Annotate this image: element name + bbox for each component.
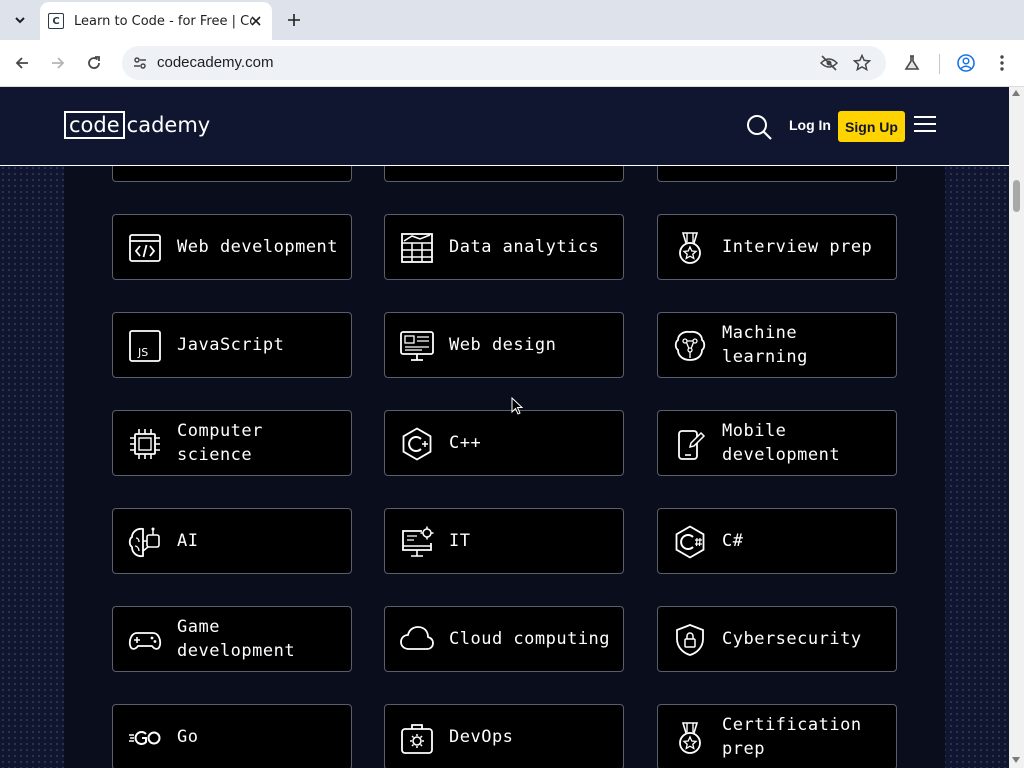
topic-label: Cybersecurity	[722, 629, 862, 649]
certificate-medal-icon	[679, 722, 701, 754]
topic-label: Interview prep	[722, 237, 873, 257]
topic-card-cloud-computing[interactable]: Cloud computing	[384, 606, 624, 672]
ai-brain-icon	[128, 527, 160, 558]
topic-label: Certification prep	[722, 715, 862, 759]
back-arrow-icon[interactable]	[10, 51, 34, 75]
browser-tabstrip: C Learn to Code - for Free | Codecademy	[0, 0, 1024, 40]
js-icon: JS	[129, 330, 161, 362]
svg-text:JS: JS	[137, 346, 148, 359]
site-header: code cademy Log In Sign Up	[0, 87, 1009, 166]
topic-card-ai[interactable]: AI	[112, 508, 352, 574]
toolbox-gear-icon	[401, 724, 433, 754]
topic-label: JavaScript	[177, 335, 285, 355]
hamburger-menu-icon[interactable]	[914, 116, 936, 136]
codecademy-favicon-icon: C	[48, 13, 64, 29]
topic-card-csharp[interactable]: C#	[657, 508, 897, 574]
address-bar[interactable]: codecademy.com	[122, 46, 886, 80]
topic-card-it[interactable]: IT	[384, 508, 624, 574]
logo-cademy-text: cademy	[126, 112, 211, 137]
go-icon	[129, 731, 161, 745]
scroll-up-arrow-icon[interactable]	[1012, 90, 1020, 96]
topic-card-javascript[interactable]: JS JavaScript	[112, 312, 352, 378]
data-table-icon	[401, 233, 433, 263]
topic-label: Web design	[449, 335, 557, 355]
tab-search-chevron-icon[interactable]	[8, 8, 32, 32]
topic-label: IT	[449, 531, 471, 551]
monitor-gear-icon	[402, 526, 434, 557]
topic-label: Data analytics	[449, 237, 600, 257]
cpu-chip-icon	[130, 429, 160, 459]
topic-card-data-analytics[interactable]: Data analytics	[384, 214, 624, 280]
topic-card-mobile-development[interactable]: Mobile development	[657, 410, 897, 476]
topic-card-computer-science[interactable]: Computer science	[112, 410, 352, 476]
topic-label: C++	[449, 433, 482, 453]
logo-code-box: code	[64, 111, 125, 139]
tab-title: Learn to Code - for Free | Codecademy	[74, 13, 252, 29]
csharp-icon	[675, 525, 705, 559]
labs-flask-icon[interactable]	[900, 51, 924, 75]
site-info-tune-icon[interactable]	[128, 51, 152, 75]
login-link[interactable]: Log In	[789, 117, 831, 133]
search-icon[interactable]	[745, 113, 773, 141]
shield-lock-icon	[676, 624, 704, 656]
bookmark-star-icon[interactable]	[850, 51, 874, 75]
browser-toolbar: codecademy.com	[0, 40, 1024, 87]
topic-label: Go	[177, 727, 199, 747]
page-viewport: Web development Data analytics Interview…	[0, 87, 1009, 768]
topic-label: DevOps	[449, 727, 514, 747]
cloud-icon	[400, 626, 434, 650]
brain-network-icon	[674, 330, 706, 361]
scroll-down-arrow-icon[interactable]	[1012, 757, 1020, 763]
topic-card-web-design[interactable]: Web design	[384, 312, 624, 378]
topic-label: Computer science	[177, 421, 263, 465]
topic-label: AI	[177, 531, 199, 551]
topic-card-machine-learning[interactable]: Machine learning	[657, 312, 897, 378]
topic-label: Cloud computing	[449, 629, 611, 649]
topic-label: Mobile development	[722, 421, 841, 465]
forward-arrow-icon[interactable]	[46, 51, 70, 75]
topic-card-certification-prep[interactable]: Certification prep	[657, 704, 897, 768]
codecademy-logo[interactable]: code cademy	[64, 111, 210, 139]
mobile-phone-icon	[678, 430, 706, 460]
topic-card-interview-prep[interactable]: Interview prep	[657, 214, 897, 280]
monitor-design-icon	[400, 331, 434, 361]
toolbar-separator	[939, 54, 940, 74]
new-tab-plus-icon[interactable]	[282, 8, 306, 32]
browser-menu-kebab-icon[interactable]	[990, 51, 1014, 75]
topic-card-cpp[interactable]: C++	[384, 410, 624, 476]
url-text[interactable]: codecademy.com	[157, 54, 273, 71]
topic-label: Web development	[177, 237, 339, 257]
topic-card-game-development[interactable]: Game development	[112, 606, 352, 672]
topic-card-go[interactable]: Go	[112, 704, 352, 768]
page-scrollbar[interactable]	[1009, 87, 1024, 768]
code-window-icon	[129, 234, 161, 262]
mouse-cursor-icon	[511, 397, 523, 415]
signup-button[interactable]: Sign Up	[838, 111, 905, 142]
browser-tab-active[interactable]: C Learn to Code - for Free | Codecademy	[40, 2, 272, 40]
eye-off-icon[interactable]	[817, 51, 841, 75]
cpp-icon	[402, 427, 432, 461]
reload-icon[interactable]	[82, 51, 106, 75]
topic-card-devops[interactable]: DevOps	[384, 704, 624, 768]
topic-label: Machine learning	[722, 323, 808, 367]
topic-label: C#	[722, 531, 744, 551]
topic-card-web-development[interactable]: Web development	[112, 214, 352, 280]
gamepad-icon	[128, 632, 162, 650]
profile-avatar-icon[interactable]	[954, 51, 978, 75]
medal-icon	[679, 232, 701, 264]
topic-label: Game development	[177, 617, 296, 661]
scrollbar-thumb[interactable]	[1013, 180, 1020, 212]
tab-close-icon[interactable]	[248, 13, 264, 29]
topic-card-cybersecurity[interactable]: Cybersecurity	[657, 606, 897, 672]
